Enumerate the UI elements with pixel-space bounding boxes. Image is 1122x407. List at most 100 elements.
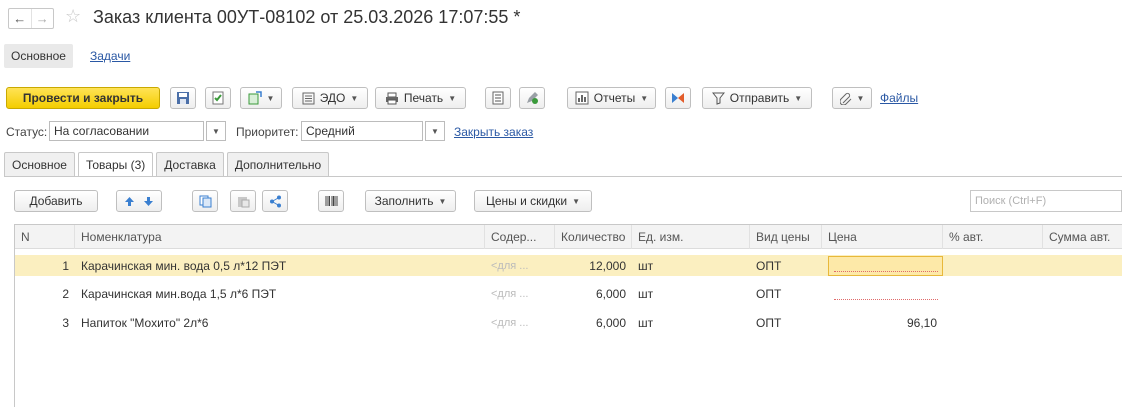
table-row[interactable]: 1 Карачинская мин. вода 0,5 л*12 ПЭТ <дл…	[15, 255, 1122, 276]
column-header-price-type[interactable]: Вид цены	[750, 225, 822, 249]
chevron-down-icon[interactable]: ▼	[425, 121, 445, 141]
window-title: Заказ клиента 00УТ-08102 от 25.03.2026 1…	[93, 7, 521, 27]
edit-signature-button[interactable]	[519, 87, 545, 109]
row-price-type[interactable]: ОПТ	[750, 312, 822, 333]
list-document-icon	[492, 91, 504, 105]
column-header-nomenclature[interactable]: Номенклатура	[75, 225, 485, 249]
arrow-down-icon[interactable]	[143, 196, 154, 207]
barcode-icon	[325, 195, 338, 207]
arrow-up-icon[interactable]	[124, 196, 135, 207]
column-header-quantity[interactable]: Количество	[555, 225, 632, 249]
copy-button[interactable]	[192, 190, 218, 212]
row-auto-sum	[1043, 283, 1122, 304]
add-button[interactable]: Добавить	[14, 190, 98, 212]
row-quantity[interactable]: 6,000	[555, 312, 632, 333]
nav-buttons: ← →	[8, 8, 54, 29]
row-price[interactable]: 96,10	[822, 312, 943, 333]
send-button[interactable]: Отправить ▼	[702, 87, 812, 109]
post-document-icon	[211, 91, 225, 105]
paste-button[interactable]	[230, 190, 256, 212]
edo-label: ЭДО	[319, 91, 346, 105]
row-price-type[interactable]: ОПТ	[750, 283, 822, 304]
create-based-on-icon	[248, 91, 262, 105]
fill-button[interactable]: Заполнить ▼	[365, 190, 456, 212]
barcode-button[interactable]	[318, 190, 344, 212]
column-header-n[interactable]: N	[15, 225, 75, 249]
chevron-down-icon[interactable]: ▼	[206, 121, 226, 141]
exchange-button[interactable]	[665, 87, 691, 109]
row-unit[interactable]: шт	[632, 283, 750, 304]
search-input[interactable]: Поиск (Ctrl+F)	[970, 190, 1122, 212]
filter-funnel-icon	[711, 92, 725, 105]
printer-icon	[385, 92, 399, 105]
attachments-button[interactable]: ▼	[832, 87, 872, 109]
reports-icon	[575, 91, 589, 105]
row-nomenclature[interactable]: Карачинская мин. вода 0,5 л*12 ПЭТ	[75, 255, 485, 276]
row-price[interactable]	[822, 255, 943, 276]
row-nomenclature[interactable]: Карачинская мин.вода 1,5 л*6 ПЭТ	[75, 283, 485, 304]
table-header: N Номенклатура Содер... Количество Ед. и…	[15, 225, 1122, 249]
column-header-price[interactable]: Цена	[822, 225, 943, 249]
move-buttons	[116, 190, 162, 212]
post-button[interactable]	[205, 87, 231, 109]
create-based-on-button[interactable]: ▼	[240, 87, 282, 109]
chevron-down-icon: ▼	[794, 93, 803, 103]
document-tabs: Основное Товары (3) Доставка Дополнитель…	[4, 152, 332, 177]
share-button[interactable]	[262, 190, 288, 212]
row-number: 3	[62, 315, 69, 330]
row-nomenclature[interactable]: Напиток "Мохито" 2л*6	[75, 312, 485, 333]
save-button[interactable]	[170, 87, 196, 109]
print-button[interactable]: Печать ▼	[375, 87, 466, 109]
priority-field[interactable]: Средний	[301, 121, 423, 141]
edo-icon	[302, 92, 315, 105]
print-label: Печать	[403, 91, 444, 105]
row-auto-pct	[943, 255, 1043, 276]
arrow-right-icon[interactable]: →	[30, 9, 54, 28]
top-tab-main[interactable]: Основное	[4, 44, 73, 68]
status-field[interactable]: На согласовании	[49, 121, 204, 141]
column-header-unit[interactable]: Ед. изм.	[632, 225, 750, 249]
chevron-down-icon: ▼	[640, 93, 649, 103]
tab-delivery[interactable]: Доставка	[156, 152, 224, 176]
document-structure-button[interactable]	[485, 87, 511, 109]
post-and-close-button[interactable]: Провести и закрыть	[6, 87, 160, 109]
row-auto-pct	[943, 283, 1043, 304]
star-outline-icon[interactable]: ☆	[65, 6, 81, 27]
top-tab-tasks[interactable]: Задачи	[90, 49, 130, 63]
row-unit[interactable]: шт	[632, 255, 750, 276]
arrow-left-icon[interactable]: ←	[9, 9, 31, 28]
prices-discounts-button[interactable]: Цены и скидки ▼	[474, 190, 592, 212]
row-auto-sum	[1043, 255, 1122, 276]
status-label: Статус:	[6, 125, 48, 139]
column-header-content[interactable]: Содер...	[485, 225, 555, 249]
row-auto-sum	[1043, 312, 1122, 333]
paperclip-icon	[839, 92, 852, 105]
prices-label: Цены и скидки	[485, 194, 568, 208]
chevron-down-icon: ▼	[266, 93, 275, 103]
column-header-auto-pct[interactable]: % авт.	[943, 225, 1043, 249]
row-content[interactable]: <для ...	[485, 255, 555, 276]
row-quantity[interactable]: 6,000	[555, 283, 632, 304]
tab-goods[interactable]: Товары (3)	[77, 152, 154, 177]
column-header-auto-sum[interactable]: Сумма авт.	[1043, 225, 1122, 249]
row-quantity[interactable]: 12,000	[555, 255, 632, 276]
close-order-link[interactable]: Закрыть заказ	[454, 125, 533, 139]
row-unit[interactable]: шт	[632, 312, 750, 333]
tab-main[interactable]: Основное	[4, 152, 75, 176]
row-price[interactable]	[822, 283, 943, 304]
copy-icon	[199, 195, 212, 208]
tab-additional[interactable]: Дополнительно	[226, 152, 330, 176]
row-content[interactable]: <для ...	[485, 312, 555, 333]
exchange-arrows-icon	[671, 91, 685, 105]
row-price-type[interactable]: ОПТ	[750, 255, 822, 276]
files-link[interactable]: Файлы	[880, 91, 918, 105]
table-row[interactable]: 2 Карачинская мин.вода 1,5 л*6 ПЭТ <для …	[15, 283, 1122, 304]
reports-button[interactable]: Отчеты ▼	[567, 87, 656, 109]
chevron-down-icon: ▼	[448, 93, 457, 103]
row-content[interactable]: <для ...	[485, 283, 555, 304]
reports-label: Отчеты	[593, 91, 636, 105]
row-number: 1	[62, 258, 69, 273]
edo-button[interactable]: ЭДО ▼	[292, 87, 368, 109]
chevron-down-icon: ▼	[438, 196, 447, 206]
table-row[interactable]: 3 Напиток "Мохито" 2л*6 <для ... 6,000 ш…	[15, 312, 1122, 333]
